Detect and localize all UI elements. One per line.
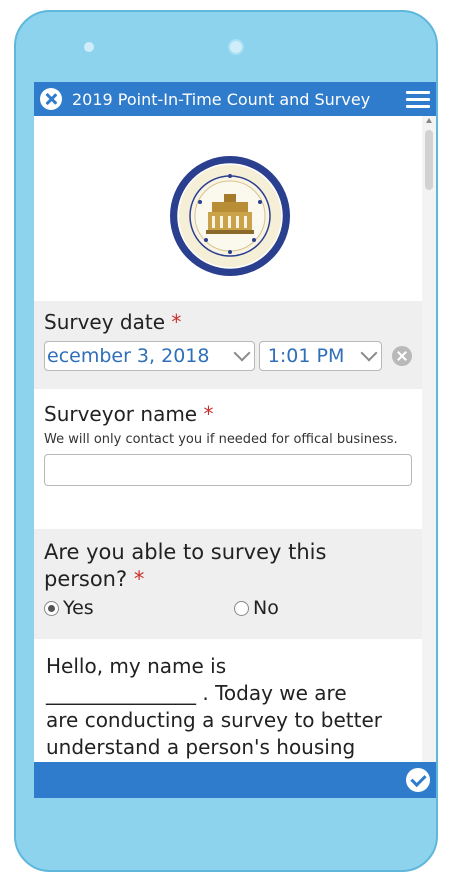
radio-no[interactable]: No <box>234 597 279 619</box>
radio-selected-icon <box>44 600 59 616</box>
survey-date-section: Survey date * ecember 3, 2018 1:01 PM <box>34 301 422 389</box>
surveyor-section: Surveyor name * We will only contact you… <box>34 389 422 529</box>
date-time-row: ecember 3, 2018 1:01 PM <box>44 341 412 371</box>
camera-icon <box>228 39 244 55</box>
chevron-down-icon <box>233 344 251 362</box>
able-section: Are you able to survey this person? * Ye… <box>34 529 422 639</box>
able-label: Are you able to survey this person? * <box>44 540 327 591</box>
bottom-bar <box>34 762 436 798</box>
surveyor-label: Surveyor name * <box>44 402 214 426</box>
title-bar: 2019 Point-In-Time Count and Survey <box>34 82 436 116</box>
phone-frame: 2019 Point-In-Time Count and Survey Surv… <box>14 10 438 872</box>
logo-area <box>34 116 422 301</box>
chevron-down-icon <box>360 344 378 362</box>
surveyor-hint: We will only contact you if needed for o… <box>44 432 398 447</box>
radio-unselected-icon <box>234 600 249 616</box>
date-select[interactable]: ecember 3, 2018 <box>44 341 255 371</box>
intro-text: Hello, my name is _______________ . Toda… <box>46 654 383 759</box>
date-value: ecember 3, 2018 <box>47 345 210 367</box>
scrollbar[interactable] <box>422 116 436 762</box>
sensor-dot <box>84 42 94 52</box>
able-radio-group: Yes No <box>44 597 412 619</box>
surveyor-name-input[interactable] <box>44 454 412 486</box>
menu-icon[interactable] <box>406 90 430 108</box>
scroll-up-icon[interactable] <box>426 118 432 123</box>
survey-date-label: Survey date * <box>44 310 182 334</box>
app-title: 2019 Point-In-Time Count and Survey <box>72 89 371 109</box>
scroll-thumb[interactable] <box>425 130 433 190</box>
checkmark-icon[interactable] <box>406 768 430 792</box>
app-screen: 2019 Point-In-Time Count and Survey Surv… <box>34 82 436 798</box>
radio-yes[interactable]: Yes <box>44 597 234 619</box>
time-select[interactable]: 1:01 PM <box>258 341 383 371</box>
form-content: Survey date * ecember 3, 2018 1:01 PM Su… <box>34 116 422 762</box>
county-seal-logo <box>170 156 290 276</box>
clear-icon[interactable] <box>392 346 412 366</box>
close-icon[interactable] <box>40 88 62 110</box>
time-value: 1:01 PM <box>267 345 345 367</box>
